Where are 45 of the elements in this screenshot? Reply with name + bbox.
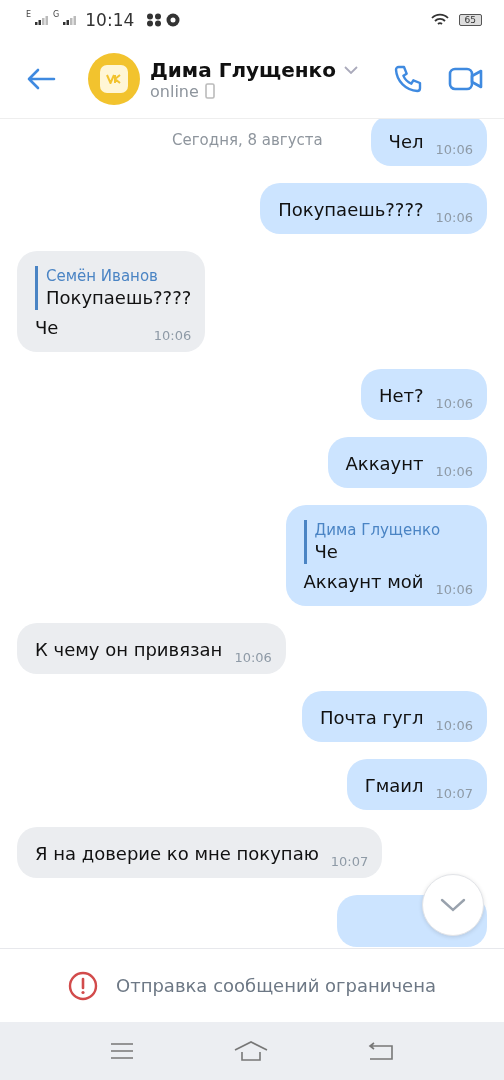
message-text: Чел: [388, 130, 424, 154]
message-time: 10:06: [435, 718, 473, 733]
network-type: E: [26, 10, 32, 19]
home-icon[interactable]: [233, 1040, 269, 1062]
date-separator: Сегодня, 8 августа: [172, 131, 323, 149]
signal-icon: [63, 15, 78, 25]
message-text: Почта гугл: [320, 706, 424, 730]
battery-level: 65: [458, 14, 482, 26]
wifi-icon: [430, 13, 449, 27]
network-type: G: [53, 10, 60, 19]
message-time: 10:06: [435, 464, 473, 479]
contact-name: Дима Глущенко: [150, 57, 336, 82]
signal-icon: [35, 15, 50, 25]
message-time: 10:06: [435, 210, 473, 225]
message-text: Покупаешь????: [278, 198, 424, 222]
chevron-down-icon: [440, 898, 466, 912]
message-time: 10:06: [234, 650, 272, 665]
message-time: 10:07: [435, 786, 473, 801]
restriction-notice: Отправка сообщений ограничена: [116, 975, 436, 996]
reply-author: Семён Иванов: [46, 266, 159, 286]
chevron-down-icon[interactable]: [343, 65, 358, 74]
online-status: online: [150, 81, 199, 101]
message-time: 10:06: [435, 396, 473, 411]
dots-icon: [146, 13, 163, 27]
message-time: 10:06: [435, 582, 473, 597]
message-text: Аккаунт: [345, 452, 424, 476]
warning-icon: [68, 970, 98, 1001]
message-time: 10:06: [435, 142, 473, 157]
browser-icon: [166, 13, 181, 27]
message-text: Аккаунт мой: [303, 570, 424, 594]
reply-text: Покупаешь????: [46, 286, 192, 310]
reply-text: Че: [314, 540, 339, 564]
logo-icon: [106, 74, 122, 84]
message-text: К чему он привязан: [35, 638, 223, 662]
message-text: Че: [35, 316, 59, 340]
menu-icon[interactable]: [109, 1042, 134, 1060]
status-time: 10:14: [85, 10, 135, 30]
message-text: Нет?: [378, 384, 424, 408]
message-text: Я на доверие ко мне покупаю: [35, 842, 319, 866]
message-time: 10:07: [330, 854, 369, 869]
reply-author: Дима Глущенко: [314, 520, 442, 540]
phone-icon: [204, 83, 215, 99]
message-time: 10:06: [153, 328, 192, 343]
message-text: Гмаил: [364, 774, 424, 798]
back-nav-icon[interactable]: [368, 1041, 395, 1061]
